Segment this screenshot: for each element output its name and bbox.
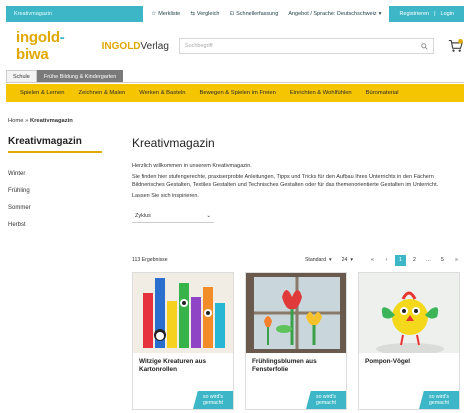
sidebar-list: Winter Frühling Sommer Herbst	[8, 171, 112, 228]
card-image-kreaturen[interactable]	[133, 273, 233, 353]
results-count: 113 Ergebnisse	[132, 257, 168, 263]
utility-links: ☆ Merkliste ⇆ Vergleich ⊡ Schnellerfassu…	[143, 6, 390, 22]
kreativmagazin-link[interactable]: Kreativmagazin	[6, 11, 52, 17]
star-icon: ☆	[151, 11, 157, 17]
pager-page-5[interactable]: 5	[437, 255, 448, 266]
sidebar-item-sommer[interactable]: Sommer	[8, 205, 112, 211]
inspire-text: Lassen Sie sich inspirieren.	[132, 193, 199, 199]
search-input[interactable]: Suchbegriff	[178, 38, 435, 54]
breadcrumb: Home » Kreativmagazin	[8, 118, 73, 124]
sidebar: Kreativmagazin Winter Frühling Sommer He…	[8, 136, 112, 239]
ingold-verlag-logo[interactable]: INGOLDVerlag	[102, 41, 169, 52]
category-zeichnen-malen[interactable]: Zeichnen & Malen	[78, 90, 125, 96]
tab-fruehe-bildung[interactable]: Frühe Bildung & Kindergarten	[36, 70, 124, 82]
breadcrumb-separator: »	[25, 118, 29, 124]
card-title[interactable]: Witzige Kreaturen aus Kartonrollen	[133, 353, 233, 379]
sort-select[interactable]: Standard ▾	[305, 257, 332, 263]
results-toolbar: 113 Ergebnisse Standard ▾ 24 ▾ « ‹ 1 2 ……	[132, 254, 462, 266]
pager-first[interactable]: «	[367, 255, 378, 266]
top-utility-bar: Kreativmagazin ☆ Merkliste ⇆ Vergleich ⊡…	[6, 6, 464, 22]
breadcrumb-home[interactable]: Home	[8, 118, 23, 124]
search-icon[interactable]	[421, 42, 428, 50]
chevron-down-icon: ⌄	[206, 213, 211, 219]
article-card[interactable]: Pompon-Vögel so wird's gemacht	[358, 272, 460, 410]
body-text: Sie finden hier stufengerechte, praxiser…	[132, 174, 439, 188]
article-card[interactable]: Frühlingsblumen aus Fensterfolie so wird…	[245, 272, 347, 410]
card-title[interactable]: Frühlingsblumen aus Fensterfolie	[246, 353, 346, 379]
how-to-button[interactable]: so wird's gemacht	[306, 391, 346, 409]
chevron-down-icon: ▾	[378, 11, 382, 17]
page-title: Kreativmagazin	[132, 136, 215, 150]
category-werken-basteln[interactable]: Werken & Basteln	[139, 90, 185, 96]
pager-page-1[interactable]: 1	[395, 254, 406, 266]
tab-schule[interactable]: Schule	[6, 70, 37, 82]
sidebar-item-winter[interactable]: Winter	[8, 171, 112, 177]
account-links: Registrieren | Login	[389, 11, 464, 17]
category-bewegen-spielen[interactable]: Bewegen & Spielen im Freien	[200, 90, 276, 96]
language-selector[interactable]: Angebot / Sprache: Deutschschweiz ▾	[288, 11, 381, 17]
compare-icon: ⇆	[190, 11, 195, 17]
pagination: « ‹ 1 2 … 5 »	[367, 254, 462, 266]
pager-ellipsis: …	[425, 257, 432, 263]
watchlist-link[interactable]: ☆ Merkliste	[151, 11, 180, 17]
main-content: Kreativmagazin Herzlich willkommen in un…	[132, 136, 462, 223]
category-bueromaterial[interactable]: Büromaterial	[366, 90, 399, 96]
sidebar-title: Kreativmagazin	[8, 136, 102, 153]
pager-next[interactable]: »	[451, 255, 462, 266]
article-card[interactable]: Witzige Kreaturen aus Kartonrollen so wi…	[132, 272, 234, 410]
shopping-cart-icon[interactable]	[448, 39, 464, 53]
how-to-button[interactable]: so wird's gemacht	[193, 391, 233, 409]
ingold-biwa-logo[interactable]: ingold-biwa	[16, 29, 96, 63]
audience-tabs: Schule Frühe Bildung & Kindergarten	[6, 70, 464, 83]
quick-entry-link[interactable]: ⊡ Schnellerfassung	[230, 11, 279, 17]
pager-prev[interactable]: ‹	[381, 255, 392, 266]
category-einrichten-wohlfuehlen[interactable]: Einrichten & Wohlfühlen	[290, 90, 352, 96]
sidebar-item-fruehling[interactable]: Frühling	[8, 188, 112, 194]
separator: |	[434, 11, 436, 17]
header: ingold-biwa INGOLDVerlag Suchbegriff	[6, 22, 464, 70]
pager-page-2[interactable]: 2	[409, 255, 420, 266]
breadcrumb-current: Kreativmagazin	[29, 118, 73, 124]
per-page-select[interactable]: 24 ▾	[342, 257, 353, 263]
login-link[interactable]: Login	[441, 11, 454, 17]
article-grid: Witzige Kreaturen aus Kartonrollen so wi…	[132, 272, 462, 410]
chevron-down-icon: ▾	[350, 257, 353, 263]
cart-icon: ⊡	[229, 11, 235, 17]
how-to-button[interactable]: so wird's gemacht	[419, 391, 459, 409]
card-image-fruehlingsblumen[interactable]	[246, 273, 346, 353]
register-link[interactable]: Registrieren	[399, 11, 429, 17]
compare-link[interactable]: ⇆ Vergleich	[190, 11, 219, 17]
card-title[interactable]: Pompon-Vögel	[359, 353, 459, 371]
chevron-down-icon: ▾	[329, 257, 332, 263]
category-nav: Spielen & Lernen Zeichnen & Malen Werken…	[6, 84, 464, 102]
category-spielen-lernen[interactable]: Spielen & Lernen	[20, 90, 64, 96]
card-image-pompon-voegel[interactable]	[359, 273, 459, 353]
zyklus-filter[interactable]: Zyklus ⌄	[132, 210, 214, 223]
sidebar-item-herbst[interactable]: Herbst	[8, 222, 112, 228]
intro-text: Herzlich willkommen in unserem Kreativma…	[132, 163, 252, 169]
